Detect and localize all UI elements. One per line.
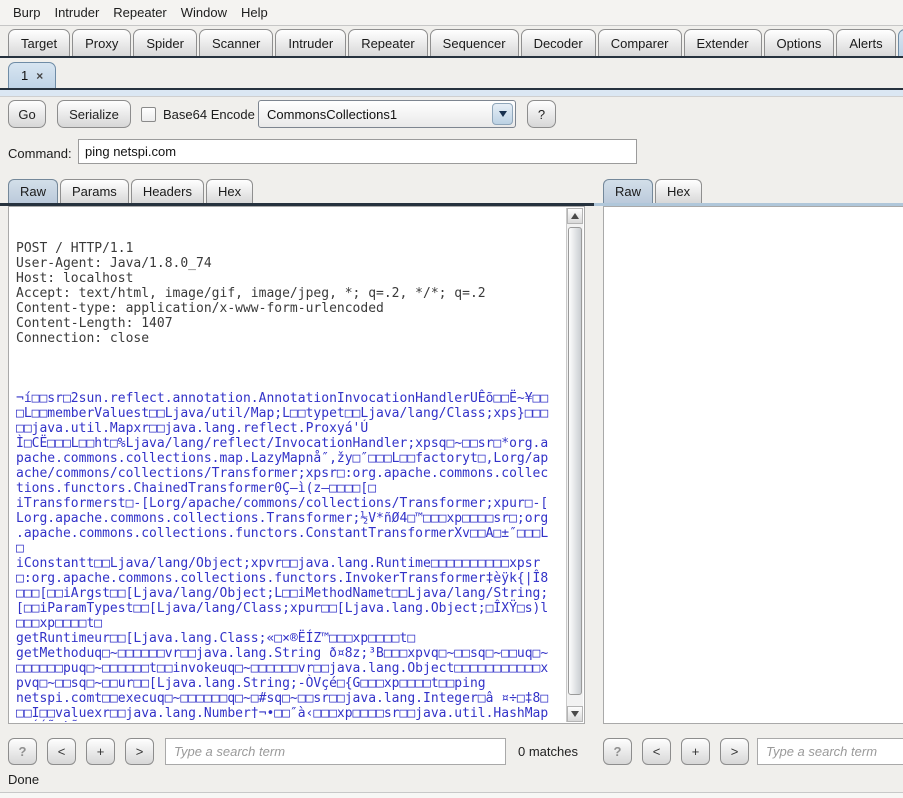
main-tab-bar: Target Proxy Spider Scanner Intruder Rep… xyxy=(0,28,903,56)
payload-type-dropdown[interactable]: CommonsCollections1 xyxy=(258,100,516,128)
response-search-prev-button[interactable]: < xyxy=(642,738,671,765)
arrow-up-icon xyxy=(571,213,579,219)
session-tab-bar: 1 × xyxy=(0,61,903,88)
request-tab-headers[interactable]: Headers xyxy=(131,179,204,203)
tab-intruder[interactable]: Intruder xyxy=(275,29,346,56)
tab-alerts[interactable]: Alerts xyxy=(836,29,895,56)
tab-java-serial-killer[interactable]: Java Serial Killer xyxy=(898,29,903,56)
request-search-prev-button[interactable]: < xyxy=(47,738,76,765)
arrow-down-icon xyxy=(571,711,579,717)
scroll-up-button[interactable] xyxy=(567,208,583,224)
close-icon[interactable]: × xyxy=(36,70,43,82)
request-search-help-button[interactable]: ? xyxy=(8,738,37,765)
tab-scanner[interactable]: Scanner xyxy=(199,29,273,56)
tab-comparer[interactable]: Comparer xyxy=(598,29,682,56)
request-editor-panel: POST / HTTP/1.1 User-Agent: Java/1.8.0_7… xyxy=(8,206,585,724)
command-label: Command: xyxy=(8,146,72,161)
response-search-next-button[interactable]: > xyxy=(720,738,749,765)
request-serialized-body-text: ¬í□□sr□2sun.reflect.annotation.Annotatio… xyxy=(16,391,565,722)
menu-help[interactable]: Help xyxy=(234,2,275,23)
tab-proxy[interactable]: Proxy xyxy=(72,29,131,56)
payload-type-value: CommonsCollections1 xyxy=(259,107,492,122)
scrollbar-thumb[interactable] xyxy=(568,227,582,695)
menu-intruder[interactable]: Intruder xyxy=(47,2,106,23)
response-editor-panel[interactable] xyxy=(603,206,903,724)
base64-encode-label: Base64 Encode xyxy=(163,107,255,122)
menu-window[interactable]: Window xyxy=(174,2,234,23)
request-text-area[interactable]: POST / HTTP/1.1 User-Agent: Java/1.8.0_7… xyxy=(10,208,565,722)
go-button[interactable]: Go xyxy=(8,100,46,128)
response-editor-tab-bar: Raw Hex xyxy=(603,178,702,203)
tab-target[interactable]: Target xyxy=(8,29,70,56)
tab-options[interactable]: Options xyxy=(764,29,835,56)
dropdown-arrow-button[interactable] xyxy=(492,103,513,125)
response-search-help-button[interactable]: ? xyxy=(603,738,632,765)
serialize-button[interactable]: Serialize xyxy=(57,100,131,128)
menu-burp[interactable]: Burp xyxy=(6,2,47,23)
tab-sequencer[interactable]: Sequencer xyxy=(430,29,519,56)
request-search-next-button[interactable]: > xyxy=(125,738,154,765)
chevron-down-icon xyxy=(499,111,507,117)
response-search-input[interactable] xyxy=(757,738,903,765)
tab-repeater[interactable]: Repeater xyxy=(348,29,427,56)
tab-spider[interactable]: Spider xyxy=(133,29,197,56)
tab-decoder[interactable]: Decoder xyxy=(521,29,596,56)
accent-strip xyxy=(0,90,903,97)
tab-extender[interactable]: Extender xyxy=(684,29,762,56)
request-tab-params[interactable]: Params xyxy=(60,179,129,203)
base64-encode-checkbox[interactable] xyxy=(141,107,156,122)
response-tab-raw[interactable]: Raw xyxy=(603,179,653,203)
burp-window: Burp Intruder Repeater Window Help Targe… xyxy=(0,0,903,798)
bottom-border xyxy=(0,792,903,798)
menu-repeater[interactable]: Repeater xyxy=(106,2,173,23)
request-editor-tab-bar: Raw Params Headers Hex xyxy=(8,178,253,203)
response-search-add-button[interactable]: + xyxy=(681,738,710,765)
command-input[interactable] xyxy=(78,139,637,164)
session-tab-label: 1 xyxy=(21,68,28,83)
request-search-matches: 0 matches xyxy=(512,744,578,759)
tab-divider xyxy=(0,56,903,58)
toolbar-help-button[interactable]: ? xyxy=(527,100,556,128)
response-tab-hex[interactable]: Hex xyxy=(655,179,702,203)
session-tab-1[interactable]: 1 × xyxy=(8,62,56,88)
request-tab-raw[interactable]: Raw xyxy=(8,179,58,203)
menu-bar: Burp Intruder Repeater Window Help xyxy=(0,0,903,26)
request-search-input[interactable] xyxy=(165,738,506,765)
request-headers-text: POST / HTTP/1.1 User-Agent: Java/1.8.0_7… xyxy=(16,241,565,346)
request-search-add-button[interactable]: + xyxy=(86,738,115,765)
status-text: Done xyxy=(8,772,39,787)
request-scrollbar[interactable] xyxy=(566,208,583,722)
request-tab-hex[interactable]: Hex xyxy=(206,179,253,203)
scroll-down-button[interactable] xyxy=(567,706,583,722)
